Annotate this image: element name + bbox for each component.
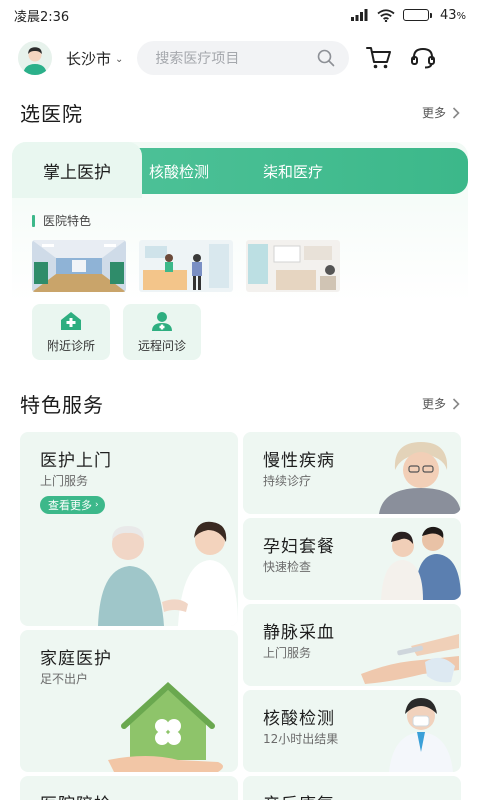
- card-subtitle: 12小时出结果: [263, 732, 339, 746]
- search-icon: [318, 49, 335, 67]
- card-title: 家庭医护: [40, 649, 112, 669]
- hospital-photo-ward[interactable]: [246, 240, 340, 292]
- card-title: 慢性疾病: [263, 451, 335, 471]
- hospital-more-label: 更多: [421, 106, 446, 120]
- house-hand-illustration: [108, 681, 223, 772]
- nearby-clinic-label: 附近诊所: [46, 338, 95, 353]
- wifi-icon: [377, 8, 395, 22]
- feature-marker: [32, 214, 35, 227]
- blood-draw-illustration: [361, 634, 459, 684]
- city-selector[interactable]: 长沙市 ⌄: [66, 48, 123, 69]
- featured-more-label: 更多: [421, 397, 446, 411]
- card-title: 静脉采血: [263, 623, 335, 643]
- service-card-hospital-escort[interactable]: 医院陪检: [20, 776, 238, 800]
- chevron-right-icon: ›: [95, 500, 99, 510]
- card-subtitle: 快速检查: [263, 560, 312, 574]
- card-subtitle: 持续诊疗: [263, 474, 312, 488]
- senior-woman-illustration: [379, 442, 461, 514]
- service-card-blood-draw[interactable]: 静脉采血 上门服务: [243, 604, 461, 686]
- featured-section-header: 特色服务 更多: [20, 389, 460, 418]
- elderly-patient-illustration: [98, 521, 238, 626]
- tab-nucleic-test[interactable]: 核酸检测: [149, 148, 209, 194]
- tab-active[interactable]: 掌上医护: [12, 142, 142, 198]
- service-card-chronic-disease[interactable]: 慢性疾病 持续诊疗: [243, 432, 461, 514]
- chevron-down-icon: ⌄: [115, 53, 124, 65]
- avatar[interactable]: [18, 41, 52, 75]
- service-card-postpartum-recovery[interactable]: 产后康复: [243, 776, 461, 800]
- card-subtitle: 足不出户: [40, 672, 89, 686]
- search-input[interactable]: 搜索医疗项目: [137, 41, 350, 75]
- top-header: 长沙市 ⌄ 搜索医疗项目: [0, 36, 480, 80]
- tab-label: 柒和医疗: [263, 162, 324, 181]
- card-title: 孕妇套餐: [263, 537, 335, 557]
- view-more-button[interactable]: 查看更多 ›: [40, 496, 105, 514]
- cart-button[interactable]: [365, 44, 393, 72]
- hospital-feature-label: 医院特色: [32, 212, 91, 229]
- nearby-clinic-button[interactable]: 附近诊所: [32, 304, 110, 360]
- headset-icon: [411, 47, 436, 69]
- clinic-plus-icon: [61, 311, 81, 330]
- couple-illustration: [381, 526, 461, 600]
- hospital-section-header: 选医院 更多: [20, 98, 460, 127]
- card-title: 医护上门: [40, 451, 112, 471]
- service-card-pregnancy-package[interactable]: 孕妇套餐 快速检查: [243, 518, 461, 600]
- tab-label: 掌上医护: [43, 162, 111, 183]
- card-title: 产后康复: [263, 790, 335, 800]
- status-indicators: 43%: [350, 7, 466, 23]
- doctor-icon: [152, 311, 172, 331]
- battery-percent: 43%: [439, 7, 466, 23]
- city-label: 长沙市: [66, 49, 112, 68]
- hospital-photo-corridor[interactable]: [32, 240, 126, 292]
- service-card-family-care[interactable]: 家庭医护 足不出户: [20, 630, 238, 772]
- remote-consult-label: 远程问诊: [137, 338, 186, 353]
- feature-label-text: 医院特色: [43, 214, 92, 228]
- hospital-more-link[interactable]: 更多: [422, 104, 460, 121]
- card-title: 医院陪检: [40, 790, 112, 800]
- customer-service-button[interactable]: [409, 44, 437, 72]
- service-card-nucleic-test[interactable]: 核酸检测 12小时出结果: [243, 690, 461, 772]
- signal-icon: [350, 9, 368, 21]
- featured-more-link[interactable]: 更多: [422, 395, 460, 412]
- hospital-photo-reception[interactable]: [139, 240, 233, 292]
- medic-ppe-illustration: [389, 698, 453, 772]
- hospital-card: 掌上医护 核酸检测 柒和医疗 医院特色 附近诊所 远程问诊: [12, 142, 468, 370]
- card-subtitle: 上门服务: [40, 474, 89, 488]
- tab-qihe-medical[interactable]: 柒和医疗: [263, 148, 323, 194]
- tab-label: 核酸检测: [149, 162, 210, 181]
- featured-section-title: 特色服务: [20, 393, 104, 417]
- card-subtitle: 上门服务: [263, 646, 312, 660]
- chevron-right-icon: [452, 107, 460, 119]
- battery-icon: [402, 9, 432, 21]
- remote-consult-button[interactable]: 远程问诊: [123, 304, 201, 360]
- card-title: 核酸检测: [263, 709, 335, 729]
- status-time: 凌晨2:36: [14, 9, 70, 25]
- status-bar: 凌晨2:36 43%: [0, 0, 480, 30]
- chevron-right-icon: [452, 398, 460, 410]
- view-more-label: 查看更多: [48, 499, 92, 512]
- hospital-section-title: 选医院: [20, 102, 83, 126]
- cart-icon: [366, 47, 392, 69]
- service-card-home-nursing[interactable]: 医护上门 上门服务 查看更多 ›: [20, 432, 238, 626]
- search-placeholder: 搜索医疗项目: [155, 51, 240, 67]
